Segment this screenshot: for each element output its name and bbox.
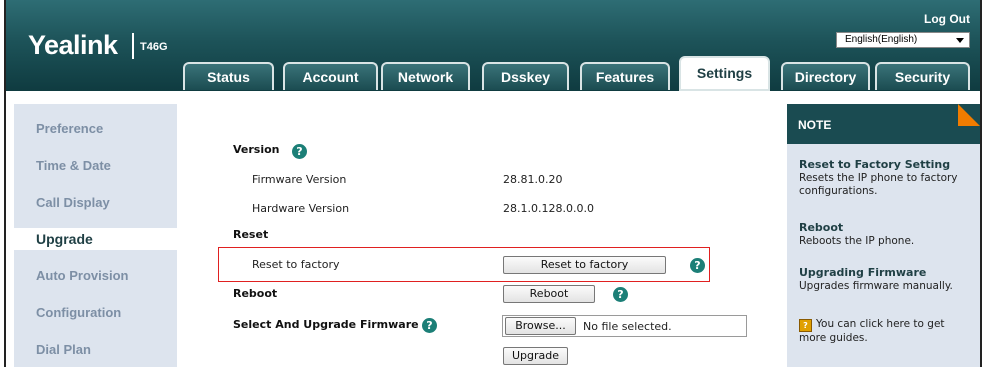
file-status-text: No file selected. bbox=[583, 320, 672, 333]
reboot-button[interactable]: Reboot bbox=[503, 285, 595, 303]
guide-book-icon: ? bbox=[799, 319, 812, 332]
upgrade-button[interactable]: Upgrade bbox=[503, 347, 568, 365]
tab-security[interactable]: Security bbox=[875, 62, 970, 90]
sidebar-item-configuration[interactable]: Configuration bbox=[36, 305, 121, 320]
reset-to-factory-button[interactable]: Reset to factory bbox=[503, 256, 666, 274]
reboot-section-label: Reboot bbox=[233, 287, 278, 300]
tab-features[interactable]: Features bbox=[580, 62, 670, 90]
note-title: NOTE bbox=[798, 118, 832, 132]
sidebar-item-dial-plan[interactable]: Dial Plan bbox=[36, 342, 91, 357]
tab-network[interactable]: Network bbox=[381, 62, 470, 90]
brand-logo: Yealink bbox=[28, 30, 118, 60]
reboot-help-icon[interactable]: ? bbox=[613, 287, 628, 302]
sidebar-item-call-display[interactable]: Call Display bbox=[36, 195, 110, 210]
note-guide-link[interactable]: ? You can click here to get more guides. bbox=[799, 318, 974, 345]
note-heading-reboot: Reboot bbox=[799, 221, 844, 234]
note-heading-reset: Reset to Factory Setting bbox=[799, 158, 951, 171]
sidebar-item-auto-provision[interactable]: Auto Provision bbox=[36, 268, 128, 283]
sidebar-item-time-date[interactable]: Time & Date bbox=[36, 158, 111, 173]
firmware-version-label: Firmware Version bbox=[252, 173, 347, 186]
upgrade-section-label: Select And Upgrade Firmware bbox=[233, 318, 419, 331]
sidebar-item-upgrade[interactable]: Upgrade bbox=[36, 231, 93, 247]
note-corner-icon bbox=[958, 104, 980, 126]
tab-dsskey[interactable]: Dsskey bbox=[482, 62, 569, 90]
hardware-version-value: 28.1.0.128.0.0.0 bbox=[503, 202, 594, 215]
note-guide-text: You can click here to get more guides. bbox=[799, 318, 945, 344]
sidebar-item-preference[interactable]: Preference bbox=[36, 121, 103, 136]
version-section-label: Version bbox=[233, 143, 280, 156]
upgrade-help-icon[interactable]: ? bbox=[422, 318, 437, 333]
tab-status[interactable]: Status bbox=[183, 62, 274, 90]
note-heading-upgrade: Upgrading Firmware bbox=[799, 266, 927, 279]
tab-settings[interactable]: Settings bbox=[679, 56, 770, 91]
chevron-down-icon bbox=[956, 38, 964, 43]
note-text-upgrade: Upgrades firmware manually. bbox=[799, 280, 953, 292]
tab-directory[interactable]: Directory bbox=[781, 62, 870, 90]
language-value: English(English) bbox=[845, 34, 918, 45]
reset-factory-label: Reset to factory bbox=[252, 258, 340, 271]
reset-section-label: Reset bbox=[233, 228, 269, 241]
version-help-icon[interactable]: ? bbox=[292, 144, 307, 159]
logo-separator bbox=[132, 33, 134, 59]
tab-account[interactable]: Account bbox=[283, 62, 378, 90]
note-text-reboot: Reboots the IP phone. bbox=[799, 235, 915, 247]
reset-help-icon[interactable]: ? bbox=[690, 258, 705, 273]
firmware-version-value: 28.81.0.20 bbox=[503, 173, 563, 186]
language-select[interactable]: English(English) bbox=[836, 32, 970, 48]
hardware-version-label: Hardware Version bbox=[252, 202, 350, 215]
note-text-reset: Resets the IP phone to factory configura… bbox=[799, 172, 958, 197]
model-label: T46G bbox=[140, 41, 168, 53]
logout-link[interactable]: Log Out bbox=[924, 12, 970, 26]
browse-button[interactable]: Browse... bbox=[505, 317, 576, 335]
